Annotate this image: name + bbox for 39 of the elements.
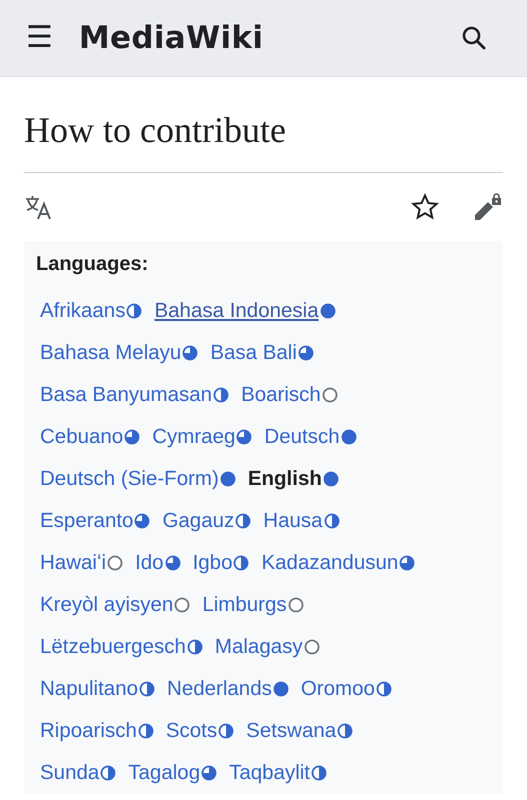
language-link[interactable]: Ripoarisch — [40, 719, 137, 744]
language-link[interactable]: Basa Bali — [210, 341, 297, 366]
page-title: How to contribute — [24, 109, 503, 174]
language-link[interactable]: Cebuano — [40, 425, 124, 450]
language-link[interactable]: English — [248, 467, 322, 492]
language-link[interactable]: Boarisch — [241, 383, 321, 408]
languages-heading: Languages: — [36, 253, 150, 276]
language-link[interactable]: Kadazandusun — [261, 551, 398, 576]
language-link[interactable]: Napulitano — [40, 677, 138, 702]
language-link[interactable]: Ido — [135, 551, 164, 576]
language-link[interactable]: Deutsch — [264, 425, 340, 450]
language-link[interactable]: Gagauz — [162, 509, 234, 534]
language-link[interactable]: Igbo — [192, 551, 232, 576]
language-link[interactable]: Taqbaylit — [229, 761, 310, 786]
language-link[interactable]: Oromoo — [300, 677, 375, 702]
language-link[interactable]: Cymraeg — [152, 425, 236, 450]
language-link[interactable]: Hausa — [263, 509, 323, 534]
language-link[interactable]: Bahasa Indonesia — [154, 299, 319, 324]
locked-pencil-icon[interactable] — [473, 192, 503, 222]
language-link[interactable]: Setswana — [246, 719, 336, 744]
language-link[interactable]: Afrikaans — [40, 299, 126, 324]
language-link[interactable]: Tagalog — [128, 761, 200, 786]
language-link[interactable]: Scots — [166, 719, 218, 744]
star-icon[interactable] — [411, 193, 439, 222]
language-link[interactable]: Nederlands — [167, 677, 272, 702]
language-link[interactable]: Bahasa Melayu — [40, 341, 182, 366]
language-link[interactable]: Lëtzebuergesch — [40, 635, 186, 660]
search-icon[interactable] — [461, 25, 487, 51]
language-link[interactable]: Esperanto — [40, 509, 134, 534]
language-link[interactable]: Kreyòl ayisyen — [40, 593, 174, 618]
language-link[interactable]: Deutsch (Sie-Form) — [40, 467, 219, 492]
language-link[interactable]: Malagasy — [214, 635, 303, 660]
language-link[interactable]: Sunda — [40, 761, 100, 786]
language-link[interactable]: Limburgs — [202, 593, 287, 618]
menu-button[interactable]: ☰ — [20, 23, 59, 53]
translate-icon[interactable] — [24, 194, 54, 220]
language-link[interactable]: Hawaiʻi — [40, 551, 106, 576]
site-name[interactable]: MediaWiki — [78, 20, 264, 56]
language-link[interactable]: Basa Banyumasan — [40, 383, 212, 408]
